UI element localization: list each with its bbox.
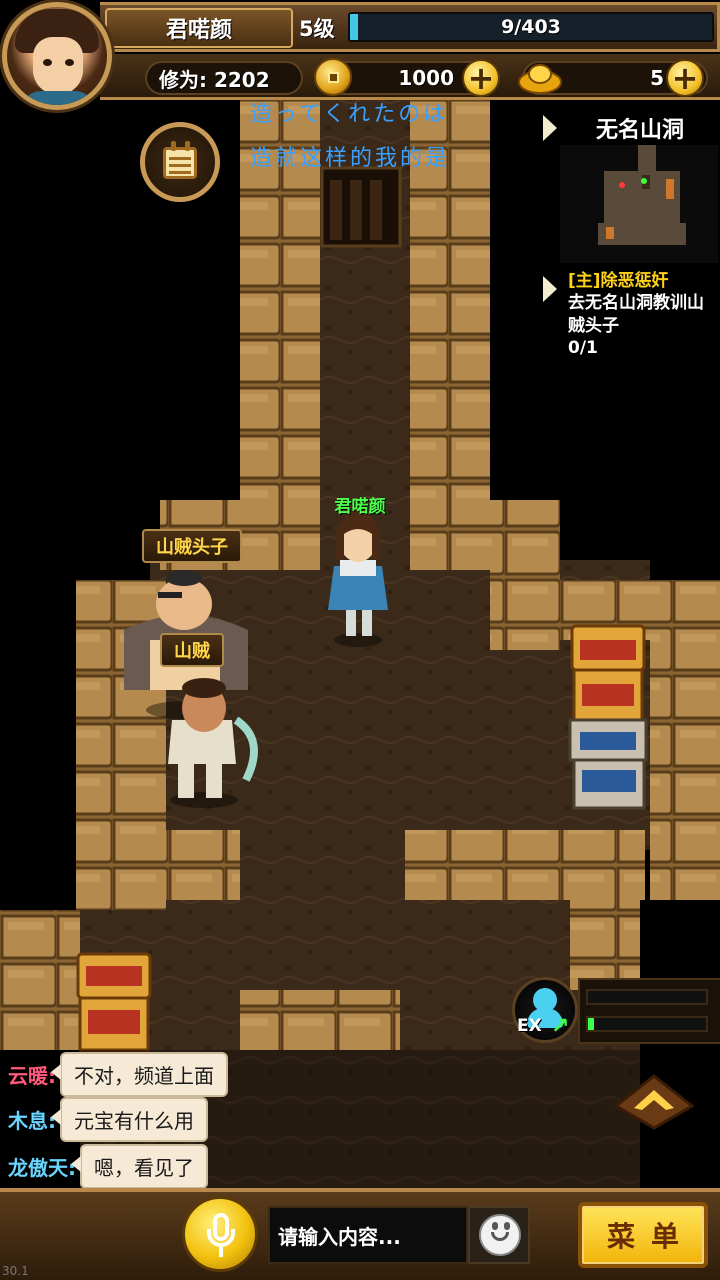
copper-coin-amount: 1000: [398, 66, 454, 90]
minimap[interactable]: [560, 145, 718, 263]
fps-counter: 30.1: [2, 1264, 29, 1278]
player-name-plate: 君喏颜: [105, 8, 293, 48]
add-copper-button[interactable]: +: [462, 59, 500, 97]
voice-button[interactable]: [182, 1196, 258, 1272]
emoji-button[interactable]: [468, 1206, 530, 1264]
plus-icon: +: [671, 59, 699, 97]
menu-button[interactable]: 菜单: [578, 1202, 708, 1268]
ex-bar-1: [586, 989, 708, 1005]
exp-bar: 9/403: [348, 12, 714, 42]
chat-sender[interactable]: 龙傲天:: [8, 1152, 76, 1181]
boss-nameplate[interactable]: 山贼头子: [142, 529, 242, 563]
minimap-layout: [598, 145, 686, 245]
lyric-line-1: 造ってくれたのは: [250, 102, 449, 127]
ex-panel: [578, 978, 720, 1044]
player-level: 5级: [299, 17, 335, 41]
treasure-chest-stack-right: [568, 624, 648, 810]
quest-title[interactable]: [主]除恶惩奸: [568, 266, 669, 291]
minimap-title: 无名山洞: [595, 118, 684, 143]
treasure-chest-stack-left: [76, 952, 152, 1052]
gold-ingot-amount: 5: [650, 66, 664, 90]
top-hud: 君喏颜 5级 9/403 修为: 2202 1000 + 5 +: [0, 0, 720, 110]
chat-message: 云暖: 不对，频道上面: [8, 1052, 228, 1097]
bandit-nameplate[interactable]: 山贼: [160, 633, 224, 667]
quest-description[interactable]: 去无名山洞教训山贼头子: [568, 292, 718, 338]
chat-input[interactable]: 请输入内容...: [268, 1206, 468, 1264]
chat-bubble: 元宝有什么用: [51, 1097, 208, 1142]
calendar-button[interactable]: [140, 122, 220, 202]
ex-bar-2: [586, 1016, 708, 1032]
player-label: 君喏颜: [334, 497, 386, 517]
chat-sender[interactable]: 木息:: [8, 1105, 56, 1134]
chat-message: 龙傲天: 嗯，看见了: [8, 1144, 208, 1189]
chat-message: 木息: 元宝有什么用: [8, 1097, 208, 1142]
expand-chat-button[interactable]: [614, 1072, 694, 1132]
quest-progress: 0/1: [568, 338, 598, 358]
coin-icon: [314, 58, 352, 96]
chat-bubble: 嗯，看见了: [71, 1144, 208, 1189]
exp-text: 9/403: [501, 16, 561, 38]
cultivation-value: 修为: 2202: [145, 61, 303, 95]
chat-bubble: 不对，频道上面: [51, 1052, 228, 1097]
chat-sender[interactable]: 云暖:: [8, 1060, 56, 1089]
lyric-line-2: 造就这样的我的是: [250, 146, 451, 171]
ex-button[interactable]: EX ↗: [512, 977, 578, 1043]
minimap-toggle-arrow[interactable]: [543, 115, 557, 141]
gold-ingot-icon: [518, 64, 562, 94]
player-avatar[interactable]: [2, 2, 112, 110]
quest-toggle-arrow[interactable]: [543, 276, 557, 302]
add-gold-button[interactable]: +: [666, 59, 704, 97]
plus-icon: +: [467, 59, 495, 97]
